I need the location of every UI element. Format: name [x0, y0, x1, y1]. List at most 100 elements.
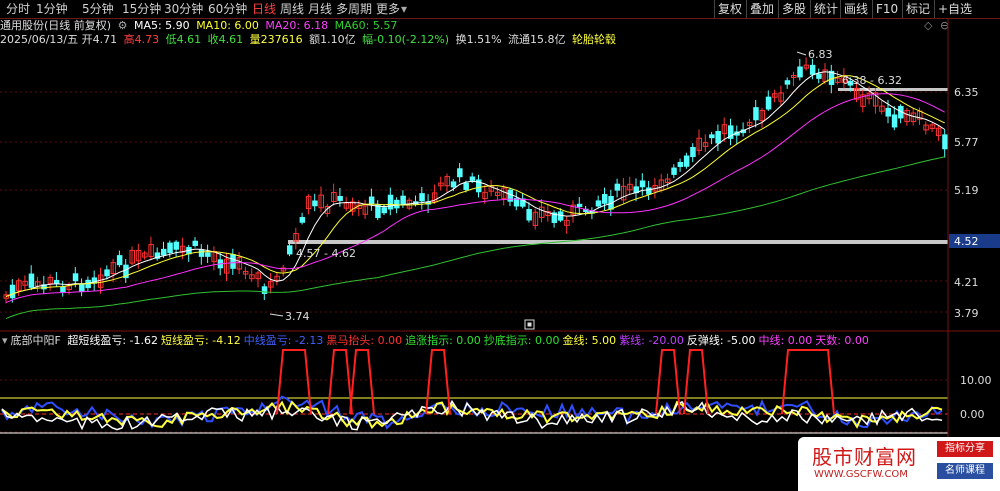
candle-body	[104, 269, 110, 277]
indicator-chevron-icon[interactable]: ▾	[2, 334, 8, 347]
candle-body	[469, 176, 476, 181]
indicator-value: 超短线盈亏: -1.62	[67, 334, 159, 347]
ma5-line	[5, 71, 945, 298]
indicator-value: 反弹线: -5.00	[686, 334, 756, 347]
candle-body	[287, 245, 293, 255]
indicator-value: 金线: 5.00	[562, 334, 617, 347]
range-bar	[288, 240, 948, 244]
ma60-line	[5, 156, 945, 320]
indicator-value: 抄底指示: 0.00	[483, 334, 560, 347]
indicator-header: ▾ 底部中阳F 超短线盈亏: -1.62 短线盈亏: -4.12 中线盈亏: -2.1…	[2, 334, 872, 348]
candle-body	[885, 107, 891, 117]
candle-body	[9, 284, 16, 299]
watermark-badge-course: 名师课程	[937, 463, 993, 479]
indicator-value: 天数: 0.00	[815, 334, 869, 347]
candle-body	[784, 80, 791, 85]
candle-body	[28, 273, 35, 288]
candle-body	[463, 182, 469, 190]
price-tick: 5.19	[954, 184, 979, 197]
candle-body	[167, 242, 173, 254]
candle-body	[116, 255, 123, 266]
candle-body	[942, 134, 948, 150]
dark-horse-signal	[349, 349, 375, 415]
low-annotation: 3.74	[285, 310, 310, 323]
medium-term-line	[1, 395, 943, 430]
candle-body	[797, 66, 803, 78]
candle-body	[375, 204, 381, 219]
watermark-title: 股市财富网	[812, 445, 917, 469]
candle-body	[299, 217, 306, 223]
indicator-value: 短线盈亏: -4.12	[161, 334, 241, 347]
candle-body	[513, 198, 520, 207]
candle-body	[690, 146, 696, 158]
candle-body	[60, 286, 66, 293]
low-pointer	[269, 313, 284, 317]
candle-body	[457, 168, 463, 178]
candle-body	[677, 161, 684, 167]
high-pointer	[796, 51, 807, 56]
candle-body	[312, 200, 318, 207]
price-tick: 6.35	[954, 86, 979, 99]
indicator-name[interactable]: 底部中阳F	[11, 334, 61, 347]
watermark-badge-share: 指标分享	[937, 441, 993, 457]
candle-body	[368, 196, 375, 205]
candle-body	[450, 181, 457, 188]
candle-body	[809, 64, 816, 75]
price-tick: 4.21	[954, 276, 979, 289]
candle-body	[72, 273, 79, 282]
candle-body	[709, 134, 715, 139]
indicator-value: 中线盈亏: -2.13	[243, 334, 324, 347]
dark-horse-signal	[327, 349, 353, 415]
candle-body	[891, 114, 898, 128]
candle-body	[192, 240, 198, 246]
ind-tick: 0.00	[960, 408, 985, 421]
candle-body	[419, 193, 425, 202]
candle-body	[595, 200, 602, 207]
high-annotation: 6.83	[808, 48, 833, 61]
indicator-value: 中线: 0.00	[758, 334, 813, 347]
candle-body	[198, 249, 205, 257]
candle-body	[230, 254, 236, 269]
candle-body	[816, 73, 822, 79]
candle-body	[400, 195, 406, 205]
candle-body	[387, 194, 394, 210]
candle-body	[614, 183, 621, 191]
candlesticks	[3, 57, 948, 304]
indicator-value: 紫线: -20.00	[619, 334, 684, 347]
candle-body	[337, 196, 343, 201]
candle-body	[639, 180, 646, 188]
ma10-line	[5, 75, 945, 298]
price-range-bars	[288, 88, 948, 244]
scroll-indicator-dot	[527, 322, 532, 327]
candle-body	[79, 283, 85, 292]
price-tick: 5.77	[954, 136, 979, 149]
candle-body	[683, 155, 690, 167]
candle-body	[602, 194, 608, 204]
candle-body	[576, 203, 583, 207]
candle-body	[53, 279, 60, 284]
price-tag: 4.52	[954, 235, 979, 248]
candle-body	[671, 167, 677, 175]
watermark-banner: 股市财富网 WWW.GSCFW.COM 指标分享 名师课程	[798, 437, 1000, 491]
indicator-value: 追涨指示: 0.00	[405, 334, 481, 347]
candle-body	[765, 96, 772, 110]
ind-tick: 10.00	[960, 374, 992, 387]
candle-body	[526, 209, 532, 221]
candle-body	[381, 207, 387, 214]
ma20-line	[5, 93, 945, 304]
moving-average-lines	[5, 71, 945, 320]
indicator-value: 黑马抬头: 0.00	[326, 334, 403, 347]
range-annotation-1: 4.57 - 4.62	[296, 247, 356, 260]
range-annotation-2: 6.38 - 6.32	[842, 74, 902, 87]
chart-canvas[interactable]: 6.35 5.77 5.19 4.52 4.21 3.79 10.00 0.00…	[0, 0, 1000, 491]
candle-body	[715, 131, 721, 144]
candle-body	[394, 199, 400, 209]
candle-body	[646, 187, 652, 195]
candle-body	[205, 252, 211, 257]
candle-body	[753, 107, 759, 121]
price-tick: 3.79	[954, 307, 979, 320]
indicator-lines	[0, 349, 948, 434]
candle-body	[161, 248, 167, 256]
candle-body	[173, 241, 180, 250]
watermark-url: WWW.GSCFW.COM	[814, 469, 908, 480]
